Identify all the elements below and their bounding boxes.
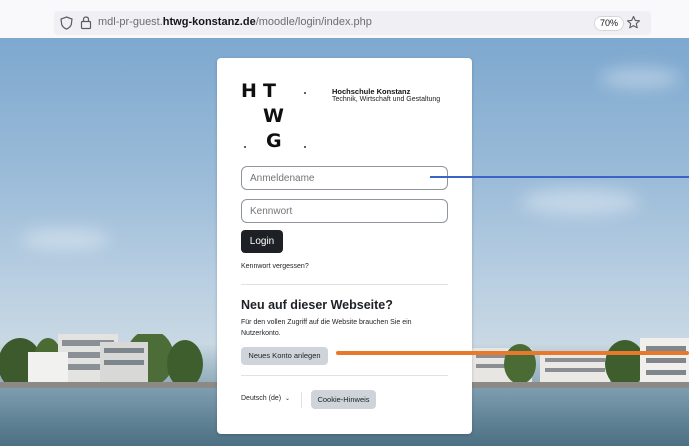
signup-heading: Neu auf dieser Webseite? (241, 298, 393, 312)
footer-separator (301, 392, 302, 408)
browser-toolbar: mdl-pr-guest.htwg-konstanz.de/moodle/log… (0, 0, 689, 38)
htwg-logo: H T W G (241, 80, 321, 160)
cookie-notice-button[interactable]: Cookie-Hinweis (311, 390, 376, 409)
annotation-line-orange (336, 351, 689, 355)
lock-icon[interactable] (80, 15, 92, 35)
divider (241, 375, 448, 376)
create-account-button[interactable]: Neues Konto anlegen (241, 347, 328, 365)
url-prefix: mdl-pr-guest. (98, 16, 163, 28)
logo-letter-g: G (266, 130, 282, 152)
divider (241, 284, 448, 285)
forgot-password-link[interactable]: Kennwort vergessen? (241, 263, 309, 270)
address-bar[interactable]: mdl-pr-guest.htwg-konstanz.de/moodle/log… (54, 11, 651, 35)
username-input[interactable] (241, 166, 448, 190)
url-text[interactable]: mdl-pr-guest.htwg-konstanz.de/moodle/log… (98, 16, 372, 28)
bookmark-star-icon[interactable] (626, 15, 641, 35)
language-selector[interactable]: Deutsch (de) ⌄ (241, 395, 290, 402)
url-domain: htwg-konstanz.de (162, 16, 256, 28)
password-input[interactable] (241, 199, 448, 223)
shield-icon[interactable] (60, 16, 73, 35)
university-subtitle: Technik, Wirtschaft und Gestaltung (332, 96, 441, 103)
logo-letter-h: H (241, 80, 257, 102)
logo-letter-t: T (263, 80, 276, 102)
logo-letter-w: W (263, 105, 284, 127)
login-button[interactable]: Login (241, 230, 283, 253)
language-label: Deutsch (de) (241, 395, 282, 402)
university-name: Hochschule Konstanz (332, 87, 411, 96)
login-card: H T W G Hochschule Konstanz Technik, Wir… (217, 58, 472, 434)
annotation-line-blue (430, 176, 689, 178)
zoom-badge[interactable]: 70% (594, 16, 625, 31)
chevron-down-icon: ⌄ (285, 396, 291, 402)
signup-description: Für den vollen Zugriff auf die Website b… (241, 319, 412, 337)
url-path: /moodle/login/index.php (255, 16, 372, 28)
